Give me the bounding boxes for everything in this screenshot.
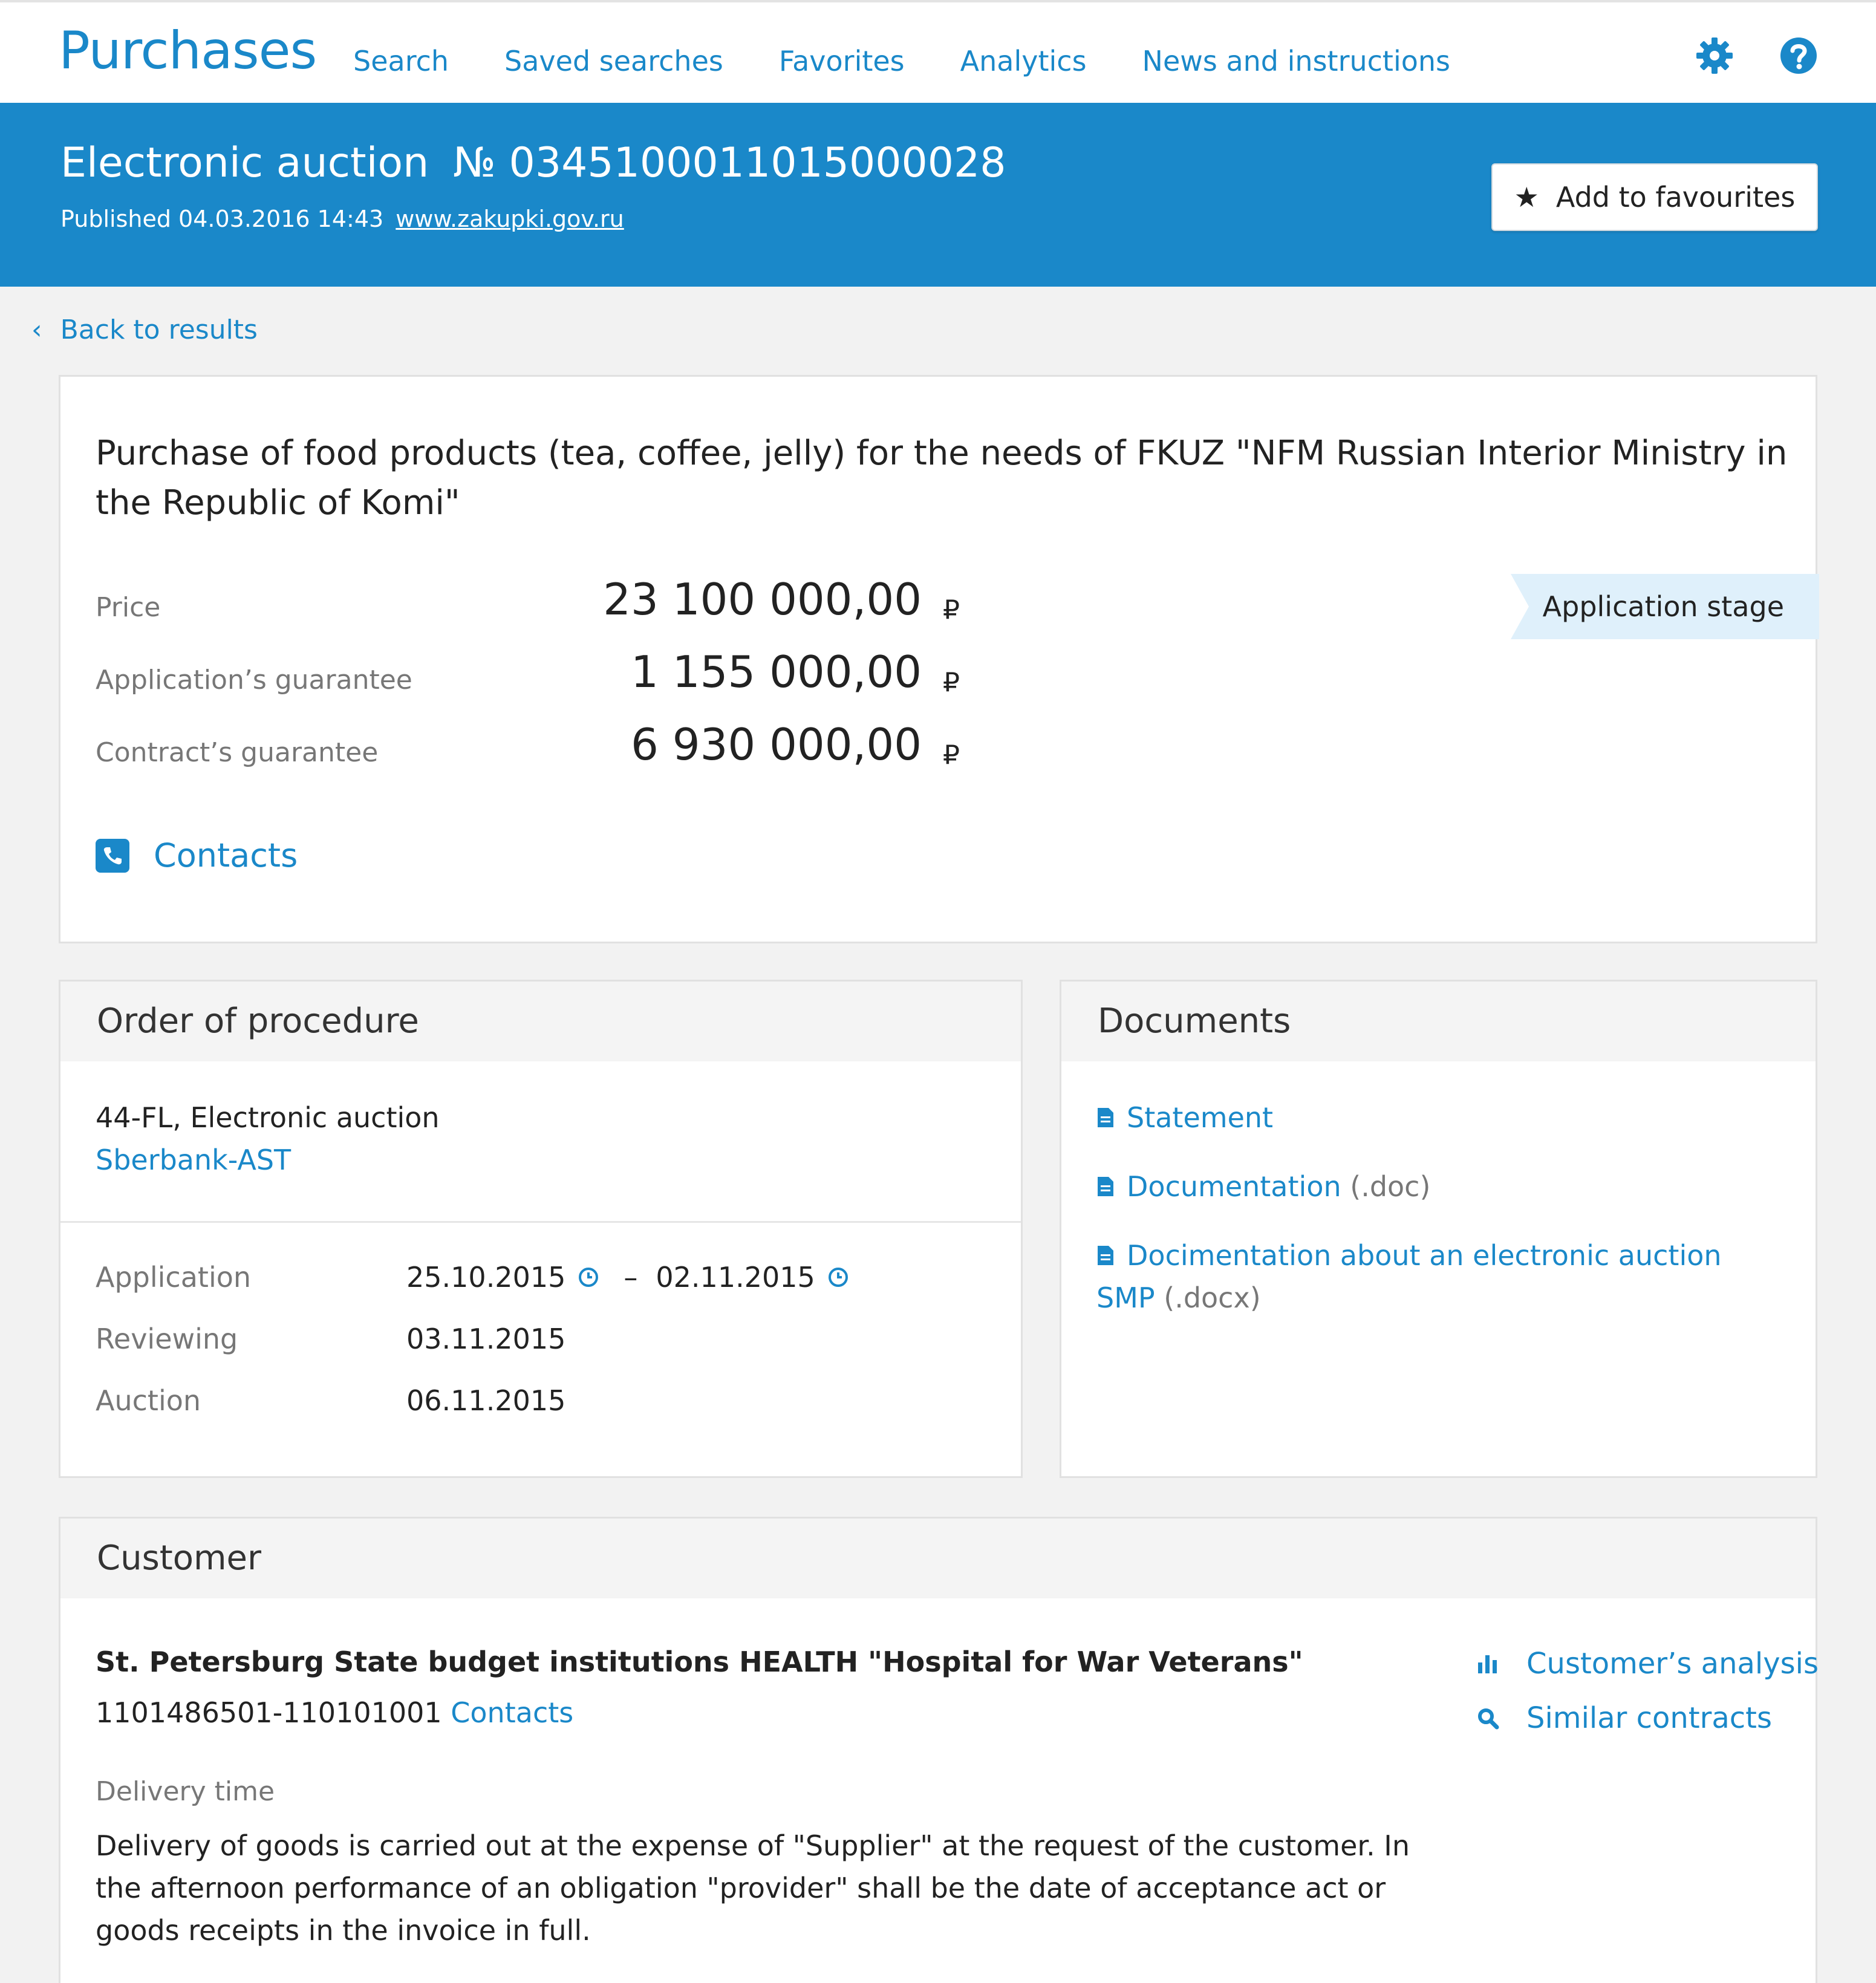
chevron-left-icon: ‹ xyxy=(31,314,42,345)
divider xyxy=(60,1221,1021,1223)
application-guarantee-row: Application’s guarantee 1 155 000,00 ₽ xyxy=(96,646,966,707)
purchase-number: № 0345100011015000028 xyxy=(453,139,1006,187)
star-icon: ★ xyxy=(1514,181,1539,213)
source-site-link[interactable]: www.zakupki.gov.ru xyxy=(396,206,624,232)
published-date: Published 04.03.2016 14:43 xyxy=(60,206,384,232)
gear-icon[interactable] xyxy=(1695,36,1734,75)
reviewing-date: 03.11.2015 xyxy=(406,1323,566,1355)
purchase-title: Purchase of food products (tea, coffee, … xyxy=(96,434,1788,523)
main-nav: Search Saved searches Favorites Analytic… xyxy=(353,45,1506,77)
procedure-info: 44-FL, Electronic auction Sberbank-AST xyxy=(96,1096,440,1181)
procedure-law: 44-FL, Electronic auction xyxy=(96,1101,440,1134)
contract-guarantee-value: 6 930 000,00 xyxy=(631,719,922,770)
contacts-label: Contacts xyxy=(154,836,298,874)
application-start-date: 25.10.2015 xyxy=(406,1261,566,1294)
contacts-link[interactable]: Contacts xyxy=(96,836,298,874)
search-icon xyxy=(1478,1708,1499,1730)
price-row: Price 23 100 000,00 ₽ xyxy=(96,574,966,634)
nav-favorites[interactable]: Favorites xyxy=(779,45,905,77)
page-title: Electronic auction № 0345100011015000028 xyxy=(60,139,1006,187)
ruble-sign: ₽ xyxy=(943,594,960,625)
customer-name: St. Petersburg State budget institutions… xyxy=(96,1646,1303,1678)
document-extension: (.doc) xyxy=(1350,1170,1431,1203)
brand-logo[interactable]: Purchases xyxy=(59,21,317,81)
reviewing-row: Reviewing 03.11.2015 xyxy=(96,1323,991,1371)
similar-contracts-link[interactable]: Similar contracts xyxy=(1476,1701,1772,1735)
help-icon[interactable] xyxy=(1779,36,1818,75)
platform-link[interactable]: Sberbank-AST xyxy=(96,1139,440,1181)
application-label: Application xyxy=(96,1261,252,1294)
customer-analysis-link[interactable]: Customer’s analysis xyxy=(1476,1647,1819,1681)
application-period: 25.10.2015 – 02.11.2015 xyxy=(406,1261,861,1294)
back-to-results-link[interactable]: ‹ Back to results xyxy=(31,314,258,345)
document-icon xyxy=(1098,1246,1113,1265)
customer-contacts-link[interactable]: Contacts xyxy=(451,1696,573,1729)
document-name: Documentation xyxy=(1127,1170,1341,1203)
document-name: Statement xyxy=(1127,1101,1274,1134)
status-badge: Application stage xyxy=(1511,574,1819,639)
ruble-sign: ₽ xyxy=(943,667,960,698)
purchase-header: Electronic auction № 0345100011015000028 … xyxy=(0,103,1876,287)
customer-analysis-label: Customer’s analysis xyxy=(1526,1647,1819,1681)
customer-card: Customer St. Petersburg State budget ins… xyxy=(59,1517,1819,1983)
document-icon xyxy=(1098,1108,1113,1127)
delivery-time-label: Delivery time xyxy=(96,1776,275,1807)
clock-icon[interactable] xyxy=(578,1266,599,1288)
customer-ids: 1101486501-110101001 Contacts xyxy=(96,1696,573,1729)
application-guarantee-label: Application’s guarantee xyxy=(96,665,412,695)
nav-analytics[interactable]: Analytics xyxy=(960,45,1087,77)
document-link-smp[interactable]: Docimentation about an electronic auctio… xyxy=(1096,1234,1786,1319)
application-period-row: Application 25.10.2015 – 02.11.2015 xyxy=(96,1261,991,1309)
order-of-procedure-card: Order of procedure 44-FL, Electronic auc… xyxy=(59,980,1023,1478)
procedure-type: Electronic auction xyxy=(60,139,429,187)
add-to-favourites-button[interactable]: ★ Add to favourites xyxy=(1491,163,1818,231)
bar-chart-icon xyxy=(1478,1655,1497,1673)
delivery-time-text: Delivery of goods is carried out at the … xyxy=(96,1829,1410,1947)
documents-card: Documents Statement Documentation (.doc)… xyxy=(1060,980,1817,1478)
date-separator: – xyxy=(624,1261,638,1294)
order-of-procedure-heading: Order of procedure xyxy=(60,982,1021,1061)
back-to-results-label: Back to results xyxy=(60,314,258,345)
ruble-sign: ₽ xyxy=(943,740,960,770)
application-end-date: 02.11.2015 xyxy=(656,1261,815,1294)
price-value: 23 100 000,00 xyxy=(603,574,922,625)
auction-label: Auction xyxy=(96,1384,201,1417)
similar-contracts-label: Similar contracts xyxy=(1526,1701,1773,1735)
document-extension: (.docx) xyxy=(1164,1281,1261,1314)
reviewing-label: Reviewing xyxy=(96,1323,238,1355)
auction-date: 06.11.2015 xyxy=(406,1384,566,1417)
nav-news-and-instructions[interactable]: News and instructions xyxy=(1142,45,1450,77)
document-link-documentation[interactable]: Documentation (.doc) xyxy=(1096,1165,1786,1208)
purchase-summary-card: Purchase of food products (tea, coffee, … xyxy=(59,375,1819,943)
documents-heading: Documents xyxy=(1061,982,1816,1061)
auction-row: Auction 06.11.2015 xyxy=(96,1384,991,1433)
nav-saved-searches[interactable]: Saved searches xyxy=(504,45,723,77)
phone-icon xyxy=(96,838,129,873)
contract-guarantee-row: Contract’s guarantee 6 930 000,00 ₽ xyxy=(96,719,966,780)
top-navigation-bar: Purchases Search Saved searches Favorite… xyxy=(0,0,1876,103)
publication-info: Published 04.03.2016 14:43 www.zakupki.g… xyxy=(60,206,624,232)
customer-heading: Customer xyxy=(60,1519,1816,1598)
document-link-statement[interactable]: Statement xyxy=(1096,1096,1786,1139)
contract-guarantee-label: Contract’s guarantee xyxy=(96,737,379,768)
clock-icon[interactable] xyxy=(827,1266,849,1288)
application-guarantee-value: 1 155 000,00 xyxy=(631,646,922,697)
document-icon xyxy=(1098,1177,1113,1196)
customer-inn-kpp: 1101486501-110101001 xyxy=(96,1696,442,1729)
nav-search[interactable]: Search xyxy=(353,45,449,77)
add-to-favourites-label: Add to favourites xyxy=(1555,181,1796,213)
price-label: Price xyxy=(96,592,161,623)
